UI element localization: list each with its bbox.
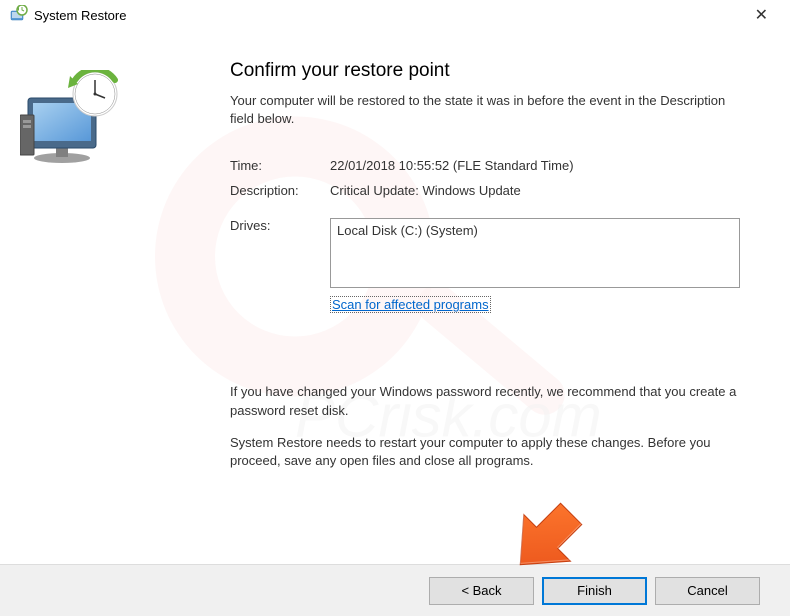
time-value: 22/01/2018 10:55:52 (FLE Standard Time) xyxy=(330,158,740,173)
restore-large-icon xyxy=(20,70,210,168)
finish-button[interactable]: Finish xyxy=(542,577,647,605)
back-button[interactable]: < Back xyxy=(429,577,534,605)
drive-item: Local Disk (C:) (System) xyxy=(337,223,478,238)
cancel-button[interactable]: Cancel xyxy=(655,577,760,605)
title-bar: System Restore ✕ xyxy=(0,0,790,30)
time-label: Time: xyxy=(230,158,330,173)
password-warning-text: If you have changed your Windows passwor… xyxy=(230,383,740,419)
window-title: System Restore xyxy=(34,8,126,23)
drives-list[interactable]: Local Disk (C:) (System) xyxy=(330,218,740,288)
restart-warning-text: System Restore needs to restart your com… xyxy=(230,434,740,470)
drives-label: Drives: xyxy=(230,218,330,288)
description-value: Critical Update: Windows Update xyxy=(330,183,740,198)
restore-mini-icon xyxy=(10,5,28,26)
scan-affected-link[interactable]: Scan for affected programs xyxy=(330,296,491,313)
description-label: Description: xyxy=(230,183,330,198)
page-heading: Confirm your restore point xyxy=(230,60,740,82)
button-bar: < Back Finish Cancel xyxy=(0,564,790,616)
close-button[interactable]: ✕ xyxy=(743,3,780,27)
page-subtext: Your computer will be restored to the st… xyxy=(230,92,740,128)
